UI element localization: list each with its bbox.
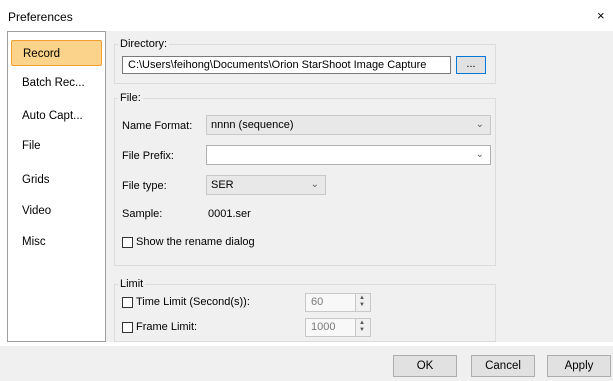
time-limit-label: Time Limit (Second(s)): bbox=[136, 296, 250, 308]
checkbox-box bbox=[122, 321, 133, 333]
directory-label: Directory: bbox=[118, 38, 170, 50]
directory-path-field[interactable]: C:\Users\feihong\Documents\Orion StarSho… bbox=[122, 56, 451, 74]
sidebar-item-record[interactable]: Record bbox=[11, 40, 102, 66]
window-title: Preferences bbox=[8, 10, 73, 24]
sidebar-item-batch-record[interactable]: Batch Rec... bbox=[11, 70, 102, 96]
frame-limit-label: Frame Limit: bbox=[136, 321, 198, 333]
checkbox-box bbox=[122, 296, 133, 308]
sample-value: 0001.ser bbox=[208, 208, 251, 220]
apply-button[interactable]: Apply bbox=[547, 355, 611, 377]
ok-button[interactable]: OK bbox=[393, 355, 457, 377]
sample-label: Sample: bbox=[122, 208, 163, 220]
file-prefix-combo[interactable]: ⌄ bbox=[206, 145, 491, 165]
spin-up-icon[interactable]: ▲ bbox=[359, 320, 365, 326]
browse-button[interactable]: ... bbox=[456, 56, 486, 74]
rename-dialog-checkbox[interactable]: Show the rename dialog bbox=[122, 236, 255, 248]
checkbox-box bbox=[122, 236, 133, 248]
chevron-down-icon: ⌄ bbox=[310, 179, 319, 190]
file-prefix-label: File Prefix: bbox=[122, 150, 174, 162]
sidebar-item-video[interactable]: Video bbox=[11, 198, 102, 224]
sidebar-item-file[interactable]: File bbox=[11, 133, 102, 159]
sidebar-item-auto-capture[interactable]: Auto Capt... bbox=[11, 103, 102, 129]
frame-limit-checkbox[interactable]: Frame Limit: bbox=[122, 321, 197, 333]
sidebar: Record Batch Rec... Auto Capt... File Gr… bbox=[7, 31, 106, 342]
name-format-select[interactable]: nnnn (sequence) ⌄ bbox=[206, 115, 491, 135]
file-type-label: File type: bbox=[122, 180, 167, 192]
title-bar: Preferences × bbox=[0, 0, 613, 32]
spinner-arrows[interactable]: ▲ ▼ bbox=[355, 319, 370, 336]
file-type-value: SER bbox=[211, 179, 234, 191]
name-format-label: Name Format: bbox=[122, 120, 193, 132]
frame-limit-value: 1000 bbox=[311, 321, 336, 333]
spinner-arrows[interactable]: ▲ ▼ bbox=[355, 294, 370, 311]
preferences-window: Preferences × Record Batch Rec... Auto C… bbox=[0, 0, 613, 381]
cancel-button[interactable]: Cancel bbox=[471, 355, 535, 377]
spin-down-icon[interactable]: ▼ bbox=[359, 327, 365, 333]
rename-dialog-label: Show the rename dialog bbox=[136, 236, 255, 248]
spin-down-icon[interactable]: ▼ bbox=[359, 302, 365, 308]
frame-limit-spinner[interactable]: 1000 ▲ ▼ bbox=[305, 318, 371, 337]
name-format-value: nnnn (sequence) bbox=[211, 119, 294, 131]
chevron-down-icon: ⌄ bbox=[475, 149, 484, 160]
time-limit-value: 60 bbox=[311, 296, 324, 308]
sidebar-item-misc[interactable]: Misc bbox=[11, 229, 102, 255]
chevron-down-icon: ⌄ bbox=[475, 119, 484, 130]
close-icon[interactable]: × bbox=[597, 8, 605, 23]
spin-up-icon[interactable]: ▲ bbox=[359, 295, 365, 301]
sidebar-item-grids[interactable]: Grids bbox=[11, 167, 102, 193]
time-limit-checkbox[interactable]: Time Limit (Second(s)): bbox=[122, 296, 250, 308]
file-group-label: File: bbox=[118, 92, 143, 104]
limit-group-label: Limit bbox=[118, 278, 146, 290]
file-type-select[interactable]: SER ⌄ bbox=[206, 175, 326, 195]
time-limit-spinner[interactable]: 60 ▲ ▼ bbox=[305, 293, 371, 312]
